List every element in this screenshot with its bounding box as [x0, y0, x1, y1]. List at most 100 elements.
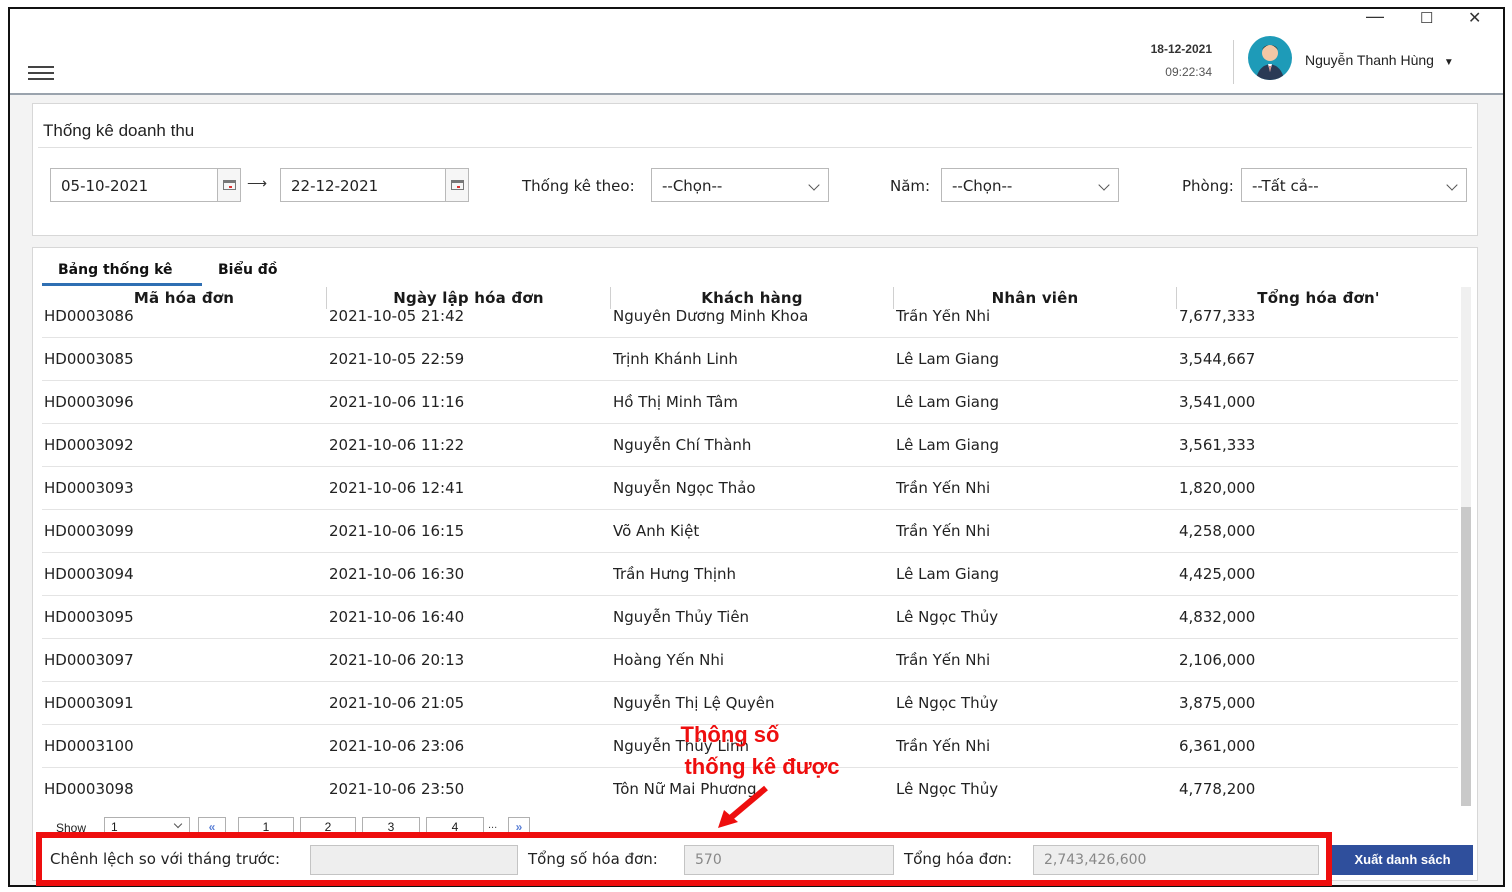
table-row[interactable]: HD0003086 2021-10-05 21:42 Nguyễn Dương Mi… — [42, 309, 1458, 338]
date-from-input[interactable]: 05-10-2021 — [50, 168, 218, 202]
room-label: Phòng: — [1182, 177, 1234, 195]
column-header[interactable]: Ngày lập hóa đơn — [327, 287, 611, 309]
column-header[interactable]: Mã hóa đơn — [42, 287, 327, 309]
invoice-date-cell: 2021-10-06 11:22 — [329, 436, 465, 454]
column-header[interactable]: Khách hàng — [611, 287, 894, 309]
invoice-id-cell: HD0003091 — [44, 694, 134, 712]
export-list-button[interactable]: Xuất danh sách — [1332, 845, 1473, 875]
table-header: Mã hóa đơn Ngày lập hóa đơn Khách hàng N… — [42, 287, 1460, 309]
chevron-down-icon — [173, 819, 183, 829]
customer-cell: Nguyễn Thủy Tiên — [613, 608, 750, 626]
invoice-total-cell: 2,106,000 — [1179, 651, 1256, 669]
invoice-date-cell: 2021-10-05 22:59 — [329, 350, 465, 368]
employee-cell: Trần Yến Nhi — [896, 309, 991, 325]
table-row[interactable]: HD0003091 2021-10-06 21:05 Nguyễn Thị Lệ Q… — [42, 682, 1458, 725]
customer-cell: Nguyễn Dương Minh Khoa — [613, 309, 809, 325]
invoice-id-cell: HD0003098 — [44, 780, 134, 798]
header-divider — [1233, 40, 1234, 84]
employee-cell: Lê Ngọc Thủy — [896, 608, 999, 626]
invoice-date-cell: 2021-10-05 21:42 — [329, 309, 465, 325]
invoice-total-cell: 4,832,000 — [1179, 608, 1256, 626]
active-tab-indicator — [42, 283, 202, 286]
invoice-id-cell: HD0003097 — [44, 651, 134, 669]
employee-cell: Trần Yến Nhi — [896, 522, 991, 540]
user-name: Nguyễn Thanh Hùng — [1305, 52, 1434, 68]
employee-cell: Trần Yến Nhi — [896, 479, 991, 497]
column-header[interactable]: Nhân viên — [894, 287, 1177, 309]
table-row[interactable]: HD0003097 2021-10-06 20:13 Hoàng Yến Nhi Tr… — [42, 639, 1458, 682]
customer-cell: Võ Anh Kiệt — [613, 522, 700, 540]
invoice-id-cell: HD0003092 — [44, 436, 134, 454]
calendar-icon[interactable] — [445, 168, 469, 202]
table-row[interactable]: HD0003099 2021-10-06 16:15 Võ Anh Kiệt Trần… — [42, 510, 1458, 553]
table-row[interactable]: HD0003092 2021-10-06 11:22 Nguyễn Chí Thàn… — [42, 424, 1458, 467]
chevron-down-icon — [808, 179, 820, 191]
invoice-date-cell: 2021-10-06 12:41 — [329, 479, 465, 497]
invoice-id-cell: HD0003093 — [44, 479, 134, 497]
room-value: --Tất cả-- — [1252, 177, 1319, 195]
invoice-id-cell: HD0003095 — [44, 608, 134, 626]
chevron-down-icon — [1446, 179, 1458, 191]
table-row[interactable]: HD0003093 2021-10-06 12:41 Nguyễn Ngọc Thả… — [42, 467, 1458, 510]
invoice-id-cell: HD0003094 — [44, 565, 134, 583]
tab-statistics-table[interactable]: Bảng thống kê — [58, 262, 173, 278]
invoice-date-cell: 2021-10-06 21:05 — [329, 694, 465, 712]
tab-chart[interactable]: Biểu đồ — [218, 262, 277, 278]
user-menu[interactable]: Nguyễn Thanh Hùng ▼ — [1305, 52, 1454, 68]
customer-cell: Trần Hưng Thịnh — [613, 565, 737, 583]
user-avatar-icon[interactable] — [1248, 36, 1292, 80]
scrollbar-thumb[interactable] — [1461, 507, 1471, 806]
table-row[interactable]: HD0003096 2021-10-06 11:16 Hồ Thị Minh Tâm… — [42, 381, 1458, 424]
customer-cell: Nguyễn Chí Thành — [613, 436, 752, 454]
column-header[interactable]: Tổng hóa đơn' — [1177, 287, 1460, 309]
invoice-id-cell: HD0003100 — [44, 737, 134, 755]
employee-cell: Lê Lam Giang — [896, 565, 1000, 583]
invoice-id-cell: HD0003086 — [44, 309, 134, 325]
caret-down-icon: ▼ — [1443, 57, 1454, 68]
invoice-date-cell: 2021-10-06 16:40 — [329, 608, 465, 626]
customer-cell: Hồ Thị Minh Tâm — [613, 393, 738, 411]
table-row[interactable]: HD0003095 2021-10-06 16:40 Nguyễn Thủy Tiê… — [42, 596, 1458, 639]
calendar-icon[interactable] — [217, 168, 241, 202]
stat-by-select[interactable]: --Chọn-- — [651, 168, 829, 202]
annotation-highlight-box — [36, 832, 1332, 886]
maximize-button[interactable]: ☐ — [1420, 9, 1433, 27]
invoice-date-cell: 2021-10-06 16:30 — [329, 565, 465, 583]
invoice-id-cell: HD0003096 — [44, 393, 134, 411]
invoice-date-cell: 2021-10-06 16:15 — [329, 522, 465, 540]
chevron-down-icon — [1098, 179, 1110, 191]
year-select[interactable]: --Chọn-- — [941, 168, 1119, 202]
invoice-total-cell: 3,541,000 — [1179, 393, 1256, 411]
employee-cell: Trần Yến Nhi — [896, 737, 991, 755]
current-time: 09:22:34 — [1165, 65, 1212, 79]
customer-cell: Nguyễn Ngọc Thảo — [613, 479, 756, 497]
panel-title: Thống kê doanh thu — [43, 121, 195, 140]
stat-by-value: --Chọn-- — [662, 177, 723, 195]
invoice-total-cell: 3,875,000 — [1179, 694, 1256, 712]
year-value: --Chọn-- — [952, 177, 1013, 195]
annotation-arrow-icon — [718, 785, 768, 828]
table-row[interactable]: HD0003094 2021-10-06 16:30 Trần Hưng Thịnh… — [42, 553, 1458, 596]
panel-divider — [38, 147, 1472, 148]
customer-cell: Hoàng Yến Nhi — [613, 651, 725, 669]
menu-icon[interactable] — [28, 66, 54, 80]
minimize-button[interactable]: — — [1366, 6, 1384, 27]
invoice-total-cell: 3,544,667 — [1179, 350, 1256, 368]
year-label: Năm: — [890, 177, 931, 195]
employee-cell: Lê Ngọc Thủy — [896, 780, 999, 798]
room-select[interactable]: --Tất cả-- — [1241, 168, 1467, 202]
invoice-total-cell: 1,820,000 — [1179, 479, 1256, 497]
invoice-total-cell: 6,361,000 — [1179, 737, 1256, 755]
invoice-date-cell: 2021-10-06 20:13 — [329, 651, 465, 669]
annotation-line-1: Thông số — [680, 722, 780, 747]
date-to-input[interactable]: 22-12-2021 — [280, 168, 446, 202]
invoice-date-cell: 2021-10-06 23:06 — [329, 737, 465, 755]
pagination-ellipsis: ... — [488, 819, 498, 831]
invoice-date-cell: 2021-10-06 23:50 — [329, 780, 465, 798]
invoice-total-cell: 4,258,000 — [1179, 522, 1256, 540]
invoice-total-cell: 4,778,200 — [1179, 780, 1256, 798]
table-row[interactable]: HD0003085 2021-10-05 22:59 Trịnh Khánh Lin… — [42, 338, 1458, 381]
close-button[interactable]: ✕ — [1468, 8, 1481, 28]
employee-cell: Lê Lam Giang — [896, 350, 1000, 368]
invoice-total-cell: 3,561,333 — [1179, 436, 1256, 454]
